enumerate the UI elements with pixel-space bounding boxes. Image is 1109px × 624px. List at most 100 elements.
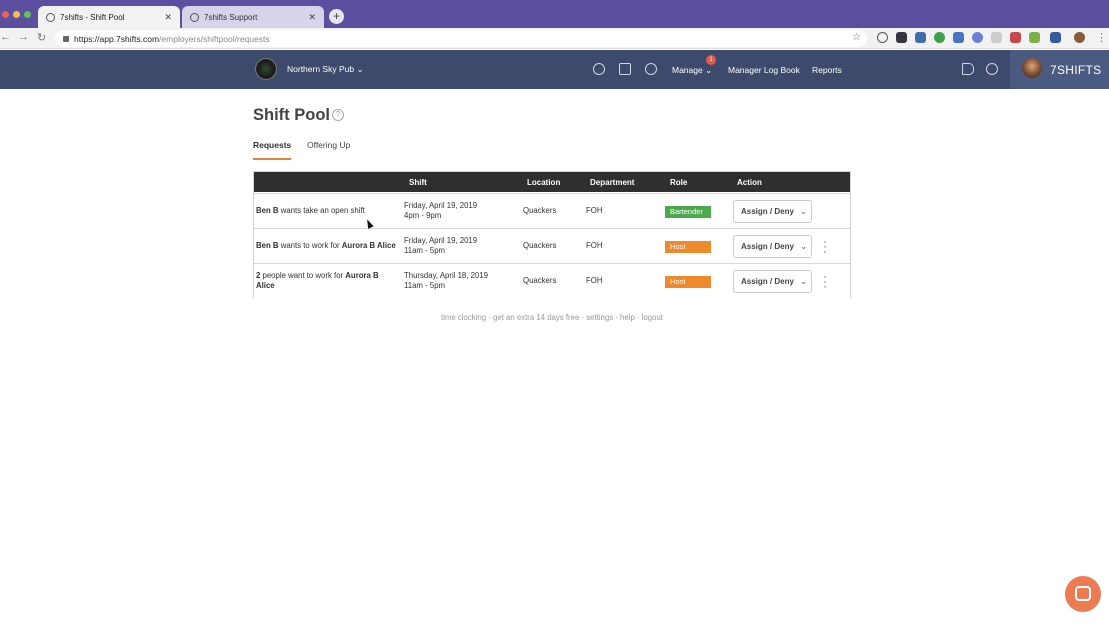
shift-cell: Friday, April 19, 2019 11am - 5pm <box>404 236 477 256</box>
close-tab-icon[interactable]: ✕ <box>164 12 172 23</box>
shift-date: Friday, April 19, 2019 <box>404 236 478 245</box>
more-options-icon[interactable]: · · · <box>822 235 828 257</box>
chat-bubble-icon <box>1075 586 1091 601</box>
bookmark-star-icon[interactable]: ☆ <box>852 32 861 43</box>
extension-icon[interactable] <box>1050 32 1061 43</box>
user-avatar[interactable] <box>1022 58 1042 78</box>
extension-icon[interactable] <box>1010 32 1021 43</box>
maximize-window-button[interactable] <box>24 11 31 18</box>
tab-title: 7shifts - Shift Pool <box>60 12 125 22</box>
location-switcher[interactable]: Northern Sky Pub ⌄ <box>287 64 364 75</box>
tab-offering-up[interactable]: Offering Up <box>307 140 350 158</box>
browser-menu-icon[interactable]: ⋮ <box>1096 31 1107 44</box>
request-description: 2 people want to work for Aurora B Alice <box>256 271 396 291</box>
close-tab-icon[interactable]: ✕ <box>308 12 316 23</box>
extension-icon[interactable] <box>972 32 983 43</box>
7shifts-favicon-icon <box>190 12 199 22</box>
footer-separator: · <box>486 313 494 322</box>
browser-tab-shift-pool[interactable]: 7shifts - Shift Pool ✕ <box>38 6 180 28</box>
location-logo[interactable] <box>255 58 277 80</box>
profile-avatar-icon[interactable] <box>1074 32 1085 43</box>
tab-requests[interactable]: Requests <box>253 140 292 160</box>
role-badge: Host <box>665 241 711 253</box>
extension-icon[interactable] <box>934 32 945 43</box>
location-cell: Quackers <box>523 206 557 215</box>
manage-label: Manage <box>672 65 703 75</box>
url-input[interactable]: https://app.7shifts.com/employers/shiftp… <box>55 30 867 47</box>
extension-icon[interactable] <box>877 32 888 43</box>
extension-icon[interactable] <box>991 32 1002 43</box>
url-path: /employers/shiftpool/requests <box>159 33 270 44</box>
request-text: people want to work for <box>260 271 346 280</box>
column-header-department: Department <box>590 178 635 187</box>
assign-deny-label: Assign / Deny <box>741 277 794 286</box>
manager-log-book-link[interactable]: Manager Log Book <box>728 65 800 75</box>
more-options-icon[interactable]: · · · <box>822 270 828 292</box>
minimize-window-button[interactable] <box>13 11 20 18</box>
chevron-down-icon: ⌄ <box>356 64 364 74</box>
footer-link-time-clocking[interactable]: time clocking <box>441 313 486 322</box>
department-cell: FOH <box>586 206 603 215</box>
shift-pool-table: Shift Location Department Role Action Be… <box>253 171 851 298</box>
chat-icon[interactable] <box>986 63 998 75</box>
column-header-shift: Shift <box>409 178 427 187</box>
footer-link-extra-days[interactable]: get an extra 14 days free <box>493 313 579 322</box>
footer-link-settings[interactable]: settings <box>586 313 613 322</box>
table-header: Shift Location Department Role Action <box>254 172 850 192</box>
extension-icon[interactable] <box>1029 32 1040 43</box>
request-target: Aurora B Alice <box>341 241 396 250</box>
announcements-icon[interactable] <box>962 63 974 75</box>
table-row: Ben B wants take an open shift Friday, A… <box>254 193 850 228</box>
chevron-down-icon: ⌄ <box>799 206 808 216</box>
shift-date: Friday, April 19, 2019 <box>404 201 478 210</box>
shift-time: 4pm - 9pm <box>404 211 442 220</box>
forward-icon[interactable]: → <box>18 31 29 43</box>
department-cell: FOH <box>586 241 603 250</box>
column-header-action: Action <box>737 178 762 187</box>
footer-separator: · <box>634 313 642 322</box>
extension-icon[interactable] <box>915 32 926 43</box>
footer-link-help[interactable]: help <box>620 313 635 322</box>
7shifts-logo[interactable]: 7SHIFTS <box>1050 63 1101 77</box>
page-title: Shift Pool <box>253 106 330 124</box>
7shifts-favicon-icon <box>46 12 55 22</box>
dashboard-icon[interactable] <box>593 63 605 75</box>
request-description: Ben B wants to work for Aurora B Alice <box>256 241 404 251</box>
new-tab-button[interactable]: + <box>329 9 344 24</box>
request-description: Ben B wants take an open shift <box>256 206 401 216</box>
extension-icon[interactable] <box>953 32 964 43</box>
time-clock-icon[interactable] <box>645 63 657 75</box>
table-row: Ben B wants to work for Aurora B Alice F… <box>254 228 850 263</box>
tab-title: 7shifts Support <box>204 12 258 22</box>
assign-deny-dropdown[interactable]: Assign / Deny ⌄ <box>733 270 812 293</box>
location-name: Northern Sky Pub <box>287 64 355 74</box>
assign-deny-dropdown[interactable]: Assign / Deny ⌄ <box>733 235 812 258</box>
role-badge: Bartender <box>665 206 711 218</box>
lock-icon <box>63 35 69 42</box>
help-icon[interactable]: ? <box>332 109 344 121</box>
chevron-down-icon: ⌄ <box>705 65 713 75</box>
assign-deny-dropdown[interactable]: Assign / Deny ⌄ <box>733 200 812 223</box>
footer-separator: · <box>613 313 621 322</box>
shift-cell: Thursday, April 18, 2019 11am - 5pm <box>404 271 488 291</box>
chevron-down-icon: ⌄ <box>799 241 808 251</box>
notification-badge: 1 <box>706 55 716 65</box>
calendar-icon[interactable] <box>619 63 631 75</box>
column-header-location: Location <box>527 178 561 187</box>
footer-links: time clocking · get an extra 14 days fre… <box>253 313 851 322</box>
extension-icon[interactable] <box>896 32 907 43</box>
assign-deny-label: Assign / Deny <box>741 207 794 216</box>
reports-link[interactable]: Reports <box>812 65 842 75</box>
location-cell: Quackers <box>523 241 557 250</box>
close-window-button[interactable] <box>2 11 9 18</box>
footer-link-logout[interactable]: logout <box>642 313 663 322</box>
requester-name: Ben B <box>256 206 279 215</box>
back-icon[interactable]: ← <box>0 31 11 43</box>
requester-name: Ben B <box>256 241 279 250</box>
browser-tab-strip: 7shifts - Shift Pool ✕ 7shifts Support ✕… <box>0 0 1109 28</box>
browser-tab-support[interactable]: 7shifts Support ✕ <box>182 6 324 28</box>
support-chat-button[interactable] <box>1065 576 1101 612</box>
manage-menu[interactable]: Manage ⌄ <box>672 65 712 76</box>
role-badge: Host <box>665 276 711 288</box>
reload-icon[interactable]: ↻ <box>37 31 46 44</box>
